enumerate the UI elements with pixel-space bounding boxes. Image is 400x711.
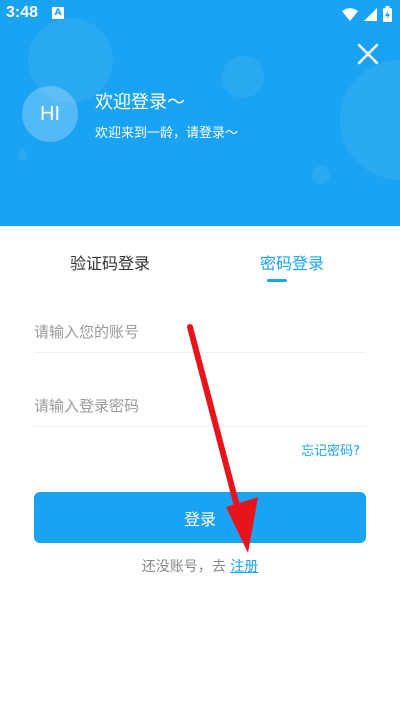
decorative-bubble xyxy=(340,60,400,180)
app-notification-icon: A xyxy=(52,7,64,19)
register-prompt: 还没账号，去 xyxy=(141,559,231,575)
forgot-password-link[interactable]: 忘记密码? xyxy=(301,440,360,459)
wifi-icon xyxy=(342,7,358,21)
signal-icon xyxy=(364,7,377,21)
decorative-bubble xyxy=(312,166,330,184)
register-link[interactable]: 注册 xyxy=(230,559,258,575)
login-screen: 3:48 A HI 欢迎登录～ 欢迎来到一龄，请登录～ 验证码登录 密码登录 请… xyxy=(0,0,400,711)
register-row: 还没账号，去 注册 xyxy=(0,556,400,576)
login-button[interactable]: 登录 xyxy=(34,492,366,543)
battery-icon xyxy=(383,6,392,22)
account-input[interactable] xyxy=(34,312,366,352)
decorative-bubble xyxy=(18,150,28,160)
account-field xyxy=(34,312,366,353)
decorative-bubble xyxy=(222,56,264,98)
close-button[interactable] xyxy=(354,40,382,68)
active-tab-indicator xyxy=(267,279,287,282)
status-bar: 3:48 A xyxy=(0,0,400,28)
header-banner: 3:48 A HI 欢迎登录～ 欢迎来到一龄，请登录～ xyxy=(0,0,400,226)
close-icon xyxy=(357,43,379,65)
tab-password-login[interactable]: 密码登录 xyxy=(202,250,382,274)
welcome-title: 欢迎登录～ xyxy=(95,92,185,113)
status-time: 3:48 xyxy=(6,4,39,21)
password-field xyxy=(34,386,366,427)
avatar: HI xyxy=(22,86,78,142)
tab-verification-code-login[interactable]: 验证码登录 xyxy=(20,250,200,274)
welcome-subtitle: 欢迎来到一龄，请登录～ xyxy=(95,126,239,141)
status-icons xyxy=(336,5,392,23)
password-input[interactable] xyxy=(34,386,366,426)
